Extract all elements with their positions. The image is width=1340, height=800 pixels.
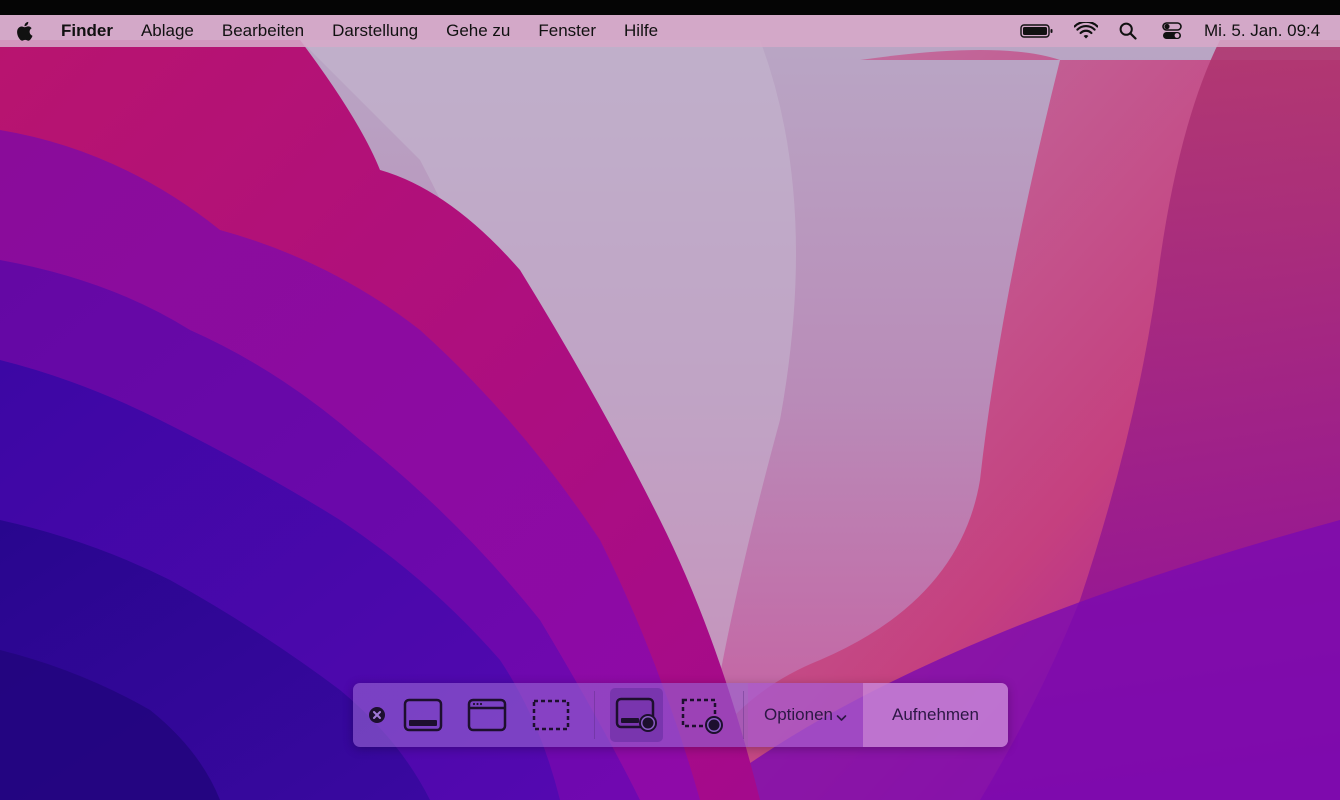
capture-entire-screen-button[interactable]: [398, 690, 448, 740]
battery-icon[interactable]: [1019, 15, 1055, 47]
menu-bar: Finder Ablage Bearbeiten Darstellung Geh…: [0, 15, 1340, 47]
screen-top-edge: [0, 0, 1340, 15]
record-selection-icon: [681, 698, 723, 734]
menu-bar-clock[interactable]: Mi. 5. Jan. 09:4: [1182, 21, 1340, 41]
menu-ablage[interactable]: Ablage: [127, 15, 208, 47]
dashed-selection-icon: [532, 699, 570, 731]
record-selected-portion-button[interactable]: [677, 690, 727, 740]
menu-hilfe[interactable]: Hilfe: [610, 15, 672, 47]
search-icon[interactable]: [1118, 15, 1138, 47]
menu-gehe-zu[interactable]: Gehe zu: [432, 15, 524, 47]
capture-selected-portion-button[interactable]: [526, 690, 576, 740]
apple-logo-icon[interactable]: [14, 20, 36, 42]
menu-darstellung[interactable]: Darstellung: [318, 15, 432, 47]
capture-selected-window-button[interactable]: [462, 690, 512, 740]
chevron-down-icon: [836, 707, 847, 727]
screen-icon: [403, 698, 443, 732]
menu-app-name[interactable]: Finder: [50, 15, 127, 47]
screenshot-toolbar: Optionen Aufnehmen: [353, 683, 1008, 747]
wifi-icon[interactable]: [1073, 15, 1099, 47]
control-center-icon[interactable]: [1162, 15, 1182, 47]
record-screen-icon: [615, 697, 657, 732]
window-icon: [467, 698, 507, 732]
toolbar-divider: [743, 691, 744, 739]
menu-bearbeiten[interactable]: Bearbeiten: [208, 15, 318, 47]
menu-fenster[interactable]: Fenster: [524, 15, 610, 47]
options-button[interactable]: Optionen: [748, 683, 863, 747]
capture-button[interactable]: Aufnehmen: [863, 683, 1008, 747]
record-entire-screen-button[interactable]: [610, 688, 663, 742]
close-icon[interactable]: [368, 706, 386, 724]
options-label: Optionen: [764, 705, 833, 724]
toolbar-divider: [594, 691, 595, 739]
menu-bar-status-area: Mi. 5. Jan. 09:4: [1019, 15, 1340, 47]
desktop-wallpaper: [0, 0, 1340, 800]
